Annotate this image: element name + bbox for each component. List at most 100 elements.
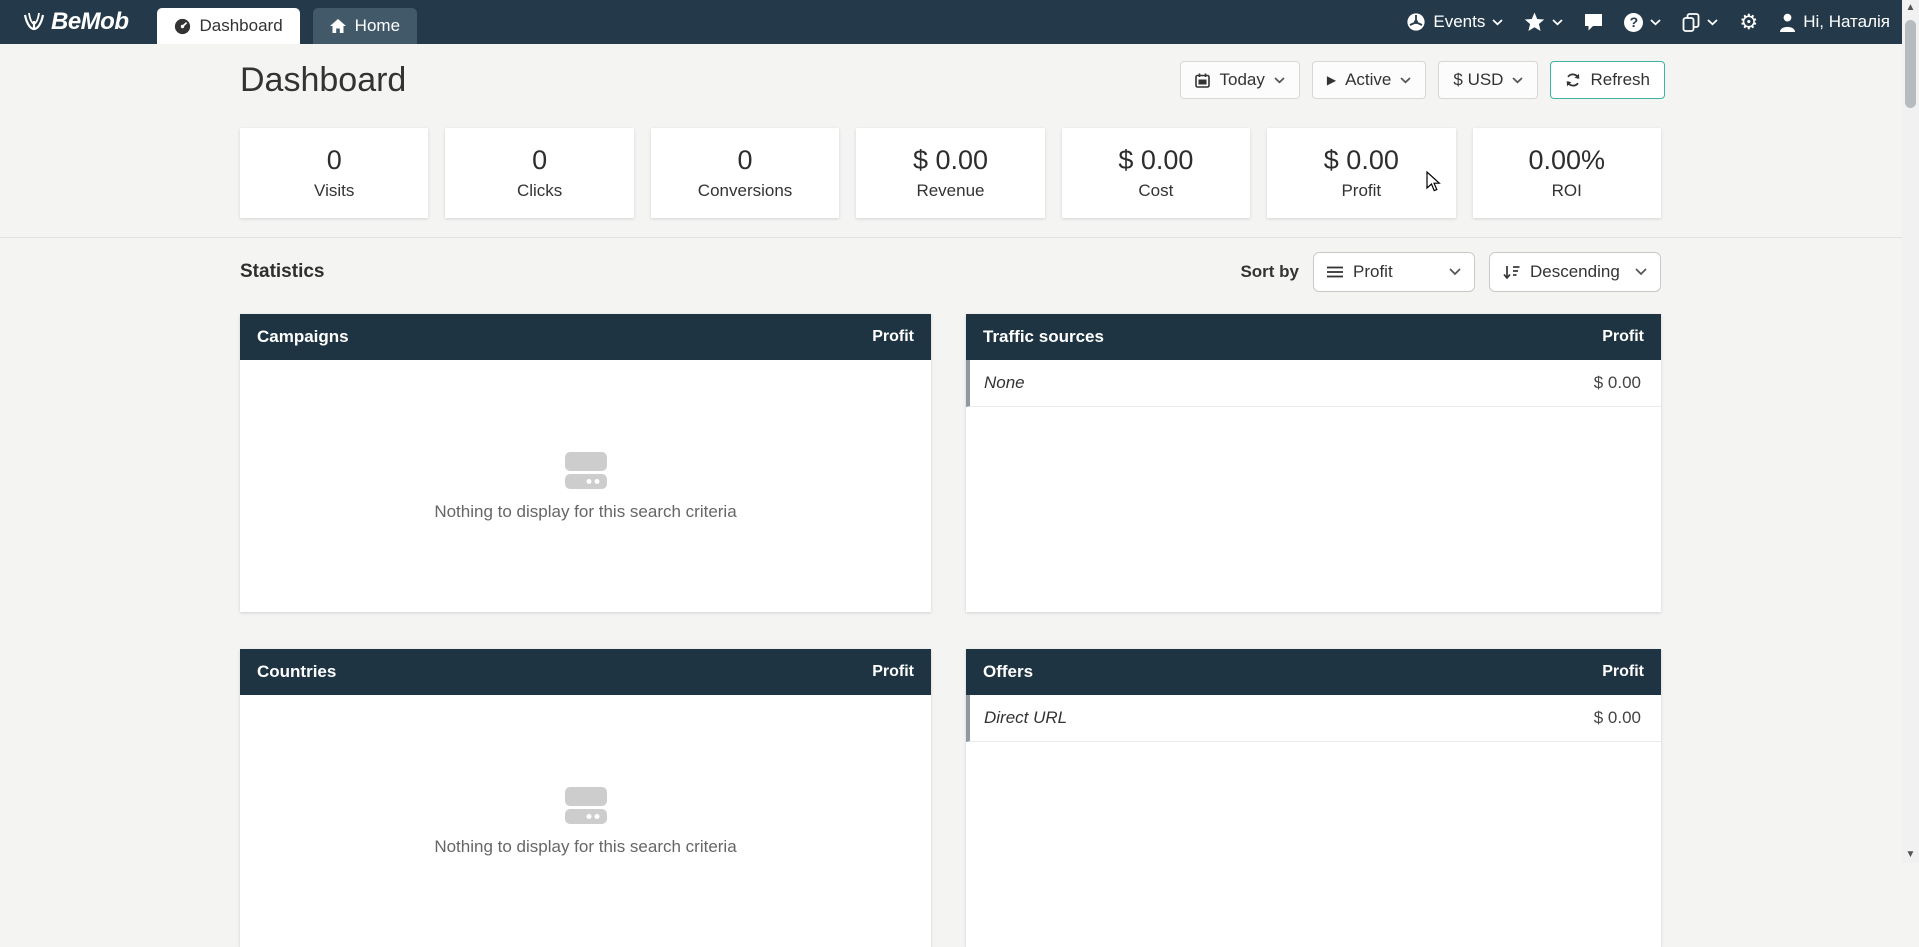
- stat-value: 0: [738, 145, 753, 176]
- sort-field-value: Profit: [1353, 262, 1393, 282]
- favorites-menu[interactable]: [1524, 12, 1563, 32]
- panel-metric-label: Profit: [1602, 328, 1644, 346]
- panel-offers: Offers Profit Direct URL $ 0.00: [966, 649, 1661, 947]
- sort-by-label: Sort by: [1240, 262, 1299, 282]
- empty-stack-icon: [562, 451, 610, 491]
- scroll-up-icon[interactable]: ▲: [1906, 0, 1916, 16]
- panel-traffic-sources: Traffic sources Profit None $ 0.00: [966, 314, 1661, 612]
- stat-value: 0: [532, 145, 547, 176]
- tab-home-label: Home: [355, 16, 400, 36]
- stat-label: ROI: [1552, 181, 1582, 201]
- settings-button[interactable]: ⚙: [1739, 12, 1758, 33]
- refresh-label: Refresh: [1590, 70, 1650, 90]
- page-header: Dashboard Today ▶ Active $: [240, 56, 1665, 104]
- panel-metric-label: Profit: [872, 328, 914, 346]
- chevron-down-icon: [1492, 19, 1503, 26]
- message-icon: [1584, 13, 1603, 31]
- stat-value: $ 0.00: [1324, 145, 1399, 176]
- empty-state: Nothing to display for this search crite…: [240, 695, 931, 947]
- row-value: $ 0.00: [1594, 373, 1641, 393]
- sort-direction-value: Descending: [1530, 262, 1620, 282]
- panel-title: Offers: [983, 662, 1033, 682]
- panel-countries: Countries Profit Nothing to display for …: [240, 649, 931, 947]
- navbar-right: Events ?: [1406, 0, 1902, 44]
- status-filter-label: Active: [1345, 70, 1391, 90]
- dashboard-gauge-icon: [174, 18, 191, 35]
- statistics-panels: Campaigns Profit Nothing to display for …: [240, 314, 1661, 947]
- chevron-down-icon: [1274, 77, 1285, 84]
- messages-button[interactable]: [1584, 13, 1603, 31]
- tab-dashboard[interactable]: Dashboard: [157, 8, 300, 44]
- empty-state: Nothing to display for this search crite…: [240, 360, 931, 612]
- stat-label: Clicks: [517, 181, 562, 201]
- scroll-down-icon[interactable]: ▼: [1906, 847, 1916, 863]
- panel-body: None $ 0.00: [966, 360, 1661, 612]
- panel-title: Campaigns: [257, 327, 349, 347]
- panel-body: Direct URL $ 0.00: [966, 695, 1661, 947]
- chevron-down-icon: [1400, 77, 1411, 84]
- refresh-button[interactable]: Refresh: [1550, 61, 1665, 99]
- sort-field-dropdown[interactable]: Profit: [1313, 252, 1475, 292]
- user-icon: [1779, 13, 1796, 32]
- events-label: Events: [1433, 12, 1485, 32]
- mouse-cursor: [1426, 171, 1446, 193]
- panel-header: Offers Profit: [966, 649, 1661, 695]
- tab-dashboard-label: Dashboard: [200, 16, 283, 36]
- panel-metric-label: Profit: [872, 663, 914, 681]
- gear-icon: ⚙: [1739, 12, 1758, 33]
- stat-label: Profit: [1341, 181, 1381, 201]
- chevron-down-icon: [1707, 19, 1718, 26]
- currency-button[interactable]: $ USD: [1438, 61, 1538, 99]
- section-divider: [0, 237, 1902, 238]
- question-icon: ?: [1624, 13, 1643, 32]
- bemob-logo[interactable]: BeMob: [22, 0, 129, 44]
- stat-label: Visits: [314, 181, 354, 201]
- statistics-heading: Statistics: [240, 261, 324, 283]
- row-value: $ 0.00: [1594, 708, 1641, 728]
- pages-icon: [1682, 13, 1700, 32]
- play-icon: ▶: [1327, 73, 1336, 87]
- chevron-down-icon: [1552, 19, 1563, 26]
- bemob-logo-icon: [22, 11, 46, 33]
- chevron-down-icon: [1635, 268, 1647, 276]
- empty-state-text: Nothing to display for this search crite…: [434, 502, 736, 522]
- stat-card-clicks: 0 Clicks: [445, 128, 633, 218]
- table-row[interactable]: Direct URL $ 0.00: [966, 695, 1661, 742]
- stat-value: $ 0.00: [913, 145, 988, 176]
- events-menu[interactable]: Events: [1406, 12, 1503, 32]
- date-range-label: Today: [1219, 70, 1264, 90]
- status-filter-button[interactable]: ▶ Active: [1312, 61, 1427, 99]
- panel-body: Nothing to display for this search crite…: [240, 360, 931, 612]
- sort-descending-icon: [1503, 265, 1520, 280]
- top-navbar: BeMob Dashboard Home: [0, 0, 1902, 44]
- page-title: Dashboard: [240, 61, 406, 100]
- help-menu[interactable]: ?: [1624, 13, 1661, 32]
- table-row[interactable]: None $ 0.00: [966, 360, 1661, 407]
- date-range-button[interactable]: Today: [1180, 61, 1299, 99]
- stat-label: Conversions: [698, 181, 793, 201]
- tab-home[interactable]: Home: [313, 8, 417, 44]
- panel-body: Nothing to display for this search crite…: [240, 695, 931, 947]
- refresh-icon: [1565, 72, 1581, 88]
- chevron-down-icon: [1449, 268, 1461, 276]
- star-icon: [1524, 12, 1545, 32]
- panel-metric-label: Profit: [1602, 663, 1644, 681]
- panel-campaigns: Campaigns Profit Nothing to display for …: [240, 314, 931, 612]
- workspaces-menu[interactable]: [1682, 13, 1718, 32]
- empty-state-text: Nothing to display for this search crite…: [434, 837, 736, 857]
- chevron-down-icon: [1512, 77, 1523, 84]
- stat-card-conversions: 0 Conversions: [651, 128, 839, 218]
- panel-header: Traffic sources Profit: [966, 314, 1661, 360]
- panel-header: Campaigns Profit: [240, 314, 931, 360]
- vertical-scrollbar[interactable]: ▲ ▼: [1902, 0, 1919, 863]
- stat-label: Cost: [1138, 181, 1173, 201]
- stat-label: Revenue: [916, 181, 984, 201]
- stat-value: 0: [327, 145, 342, 176]
- sort-controls: Sort by Profit: [1240, 252, 1661, 292]
- panel-title: Traffic sources: [983, 327, 1104, 347]
- sort-direction-dropdown[interactable]: Descending: [1489, 252, 1661, 292]
- account-menu[interactable]: Hi, Наталія: [1779, 12, 1890, 32]
- stat-card-revenue: $ 0.00 Revenue: [856, 128, 1044, 218]
- calendar-icon: [1195, 73, 1210, 88]
- scrollbar-thumb[interactable]: [1905, 20, 1916, 108]
